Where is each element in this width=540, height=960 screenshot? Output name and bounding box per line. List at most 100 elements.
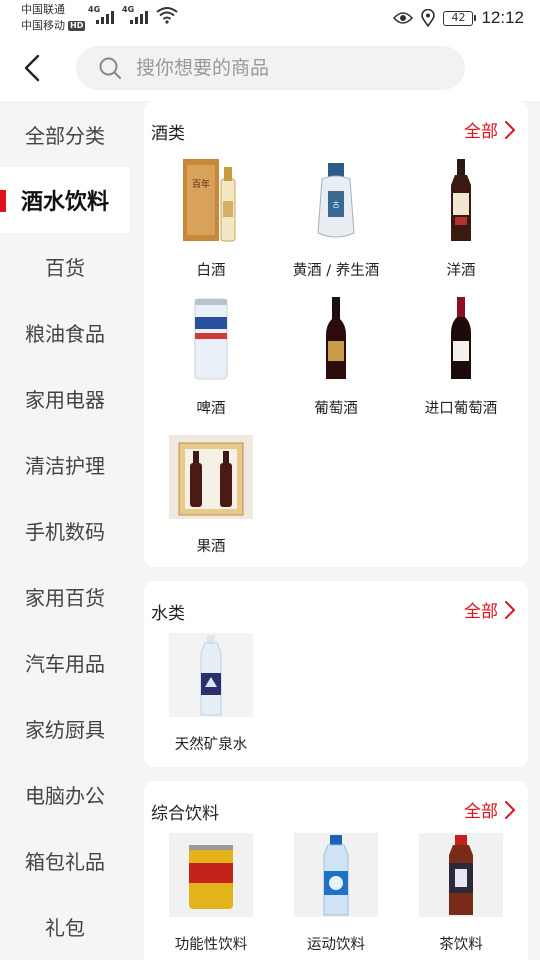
sidebar-item-computer-office[interactable]: 电脑办公 bbox=[0, 761, 130, 827]
view-all-button[interactable]: 全部 bbox=[464, 597, 516, 622]
ceramic-wine-jar-image: 古 bbox=[292, 157, 380, 245]
product-category-huangjiu[interactable]: 古 黄酒 / 养生酒 bbox=[276, 157, 396, 280]
chevron-right-icon bbox=[505, 800, 516, 819]
signal-icon: 4G bbox=[88, 5, 114, 24]
sidebar-item-grain-oil-food[interactable]: 粮油食品 bbox=[0, 299, 130, 365]
hd-badge: HD bbox=[68, 21, 86, 31]
carrier-2: 中国移动 bbox=[21, 19, 65, 32]
section-card-mixed-drinks: 综合饮料 全部 功能性饮料 运动饮料 茶饮料 bbox=[144, 781, 528, 960]
product-category-label: 啤酒 bbox=[196, 401, 226, 417]
product-category-label: 果酒 bbox=[196, 539, 226, 555]
category-content: 酒类 全部 百年 白酒 古 黄酒 / 养生酒 洋酒 啤酒 葡萄酒 进口葡萄酒 果… bbox=[130, 101, 540, 960]
mineral-water-bottle-image bbox=[167, 631, 255, 719]
red-wine-bottle-image bbox=[292, 295, 380, 383]
sidebar-item-textile-kitchen[interactable]: 家纺厨具 bbox=[0, 695, 130, 761]
product-category-label: 天然矿泉水 bbox=[174, 737, 248, 753]
sidebar-item-label: 酒水饮料 bbox=[20, 190, 109, 215]
sidebar-item-label: 电脑办公 bbox=[25, 783, 105, 808]
view-all-button[interactable]: 全部 bbox=[464, 797, 516, 822]
product-category-label: 功能性饮料 bbox=[174, 937, 248, 953]
battery-icon: 42 bbox=[443, 10, 477, 26]
product-category-baijiu[interactable]: 百年 白酒 bbox=[151, 157, 271, 280]
sidebar-item-label: 箱包礼品 bbox=[25, 849, 105, 874]
product-category-label: 黄酒 / 养生酒 bbox=[292, 263, 380, 279]
sidebar-item-label: 全部分类 bbox=[25, 123, 105, 148]
svg-text:百年: 百年 bbox=[192, 178, 210, 190]
beer-can-image bbox=[167, 295, 255, 383]
view-all-label: 全部 bbox=[464, 602, 498, 622]
product-category-tea-drink[interactable]: 茶饮料 bbox=[401, 831, 521, 954]
product-category-beer[interactable]: 啤酒 bbox=[151, 295, 271, 418]
section-title: 酒类 bbox=[151, 124, 185, 144]
category-sidebar: 全部分类 酒水饮料 百货 粮油食品 家用电器 清洁护理 手机数码 家用百货 汽车… bbox=[0, 101, 130, 960]
product-category-sports-drink[interactable]: 运动饮料 bbox=[276, 831, 396, 954]
sidebar-item-phones-digital[interactable]: 手机数码 bbox=[0, 497, 130, 563]
product-category-label: 运动饮料 bbox=[307, 937, 365, 953]
view-all-button[interactable]: 全部 bbox=[464, 117, 516, 142]
network-type-1: 4G bbox=[88, 5, 101, 14]
signal-icon: 4G bbox=[122, 5, 148, 24]
sidebar-item-label: 汽车用品 bbox=[25, 651, 105, 676]
baijiu-image: 百年 bbox=[167, 157, 255, 245]
carrier-info: 中国联通 中国移动 HD bbox=[21, 2, 86, 34]
product-category-yangjiu[interactable]: 洋酒 bbox=[401, 157, 521, 280]
header bbox=[0, 38, 540, 100]
sidebar-item-label: 家用电器 bbox=[25, 387, 105, 412]
svg-text:古: 古 bbox=[333, 200, 340, 209]
sidebar-item-home-appliances[interactable]: 家用电器 bbox=[0, 365, 130, 431]
chevron-left-icon bbox=[24, 54, 40, 82]
wifi-icon bbox=[156, 7, 178, 24]
product-category-label: 洋酒 bbox=[446, 263, 476, 279]
section-title: 综合饮料 bbox=[151, 804, 219, 824]
search-input[interactable] bbox=[136, 57, 436, 79]
sidebar-item-general-goods[interactable]: 百货 bbox=[0, 233, 130, 299]
status-right: 42 12:12 bbox=[393, 8, 524, 28]
sidebar-item-label: 清洁护理 bbox=[25, 453, 105, 478]
chevron-right-icon bbox=[505, 120, 516, 139]
sidebar-item-auto[interactable]: 汽车用品 bbox=[0, 629, 130, 695]
sidebar-item-label: 百货 bbox=[45, 255, 85, 280]
fruit-wine-gift-box-image bbox=[167, 433, 255, 521]
section-title: 水类 bbox=[151, 604, 185, 624]
carrier-1: 中国联通 bbox=[21, 3, 65, 16]
section-card-water: 水类 全部 天然矿泉水 bbox=[144, 581, 528, 767]
sidebar-item-label: 家用百货 bbox=[25, 585, 105, 610]
product-category-fruit-wine[interactable]: 果酒 bbox=[151, 433, 271, 556]
product-category-mineral-water[interactable]: 天然矿泉水 bbox=[151, 631, 271, 754]
sidebar-item-label: 手机数码 bbox=[25, 519, 105, 544]
product-category-grape-wine[interactable]: 葡萄酒 bbox=[276, 295, 396, 418]
sports-drink-bottle-image bbox=[292, 831, 380, 919]
sidebar-item-label: 粮油食品 bbox=[25, 321, 105, 346]
status-bar: 中国联通 中国移动 HD 4G 4G 42 12:12 bbox=[0, 0, 540, 38]
sidebar-item-all-categories[interactable]: 全部分类 bbox=[0, 101, 130, 167]
status-clock: 12:12 bbox=[481, 8, 524, 27]
product-category-imported-wine[interactable]: 进口葡萄酒 bbox=[401, 295, 521, 418]
imported-wine-bottle-image bbox=[417, 295, 505, 383]
sidebar-item-beverages[interactable]: 酒水饮料 bbox=[0, 167, 130, 233]
tea-drink-bottle-image bbox=[417, 831, 505, 919]
product-category-label: 葡萄酒 bbox=[314, 401, 358, 417]
product-category-label: 茶饮料 bbox=[439, 937, 483, 953]
section-card-liquor: 酒类 全部 百年 白酒 古 黄酒 / 养生酒 洋酒 啤酒 葡萄酒 进口葡萄酒 果… bbox=[144, 101, 528, 567]
location-icon bbox=[421, 9, 436, 27]
chevron-right-icon bbox=[505, 600, 516, 619]
search-icon bbox=[99, 57, 121, 79]
network-type-2: 4G bbox=[122, 5, 135, 14]
product-category-label: 进口葡萄酒 bbox=[424, 401, 498, 417]
whisky-bottle-image bbox=[417, 157, 505, 245]
product-category-label: 白酒 bbox=[196, 263, 226, 279]
search-bar[interactable] bbox=[76, 46, 465, 90]
sidebar-item-cleaning-care[interactable]: 清洁护理 bbox=[0, 431, 130, 497]
energy-drink-can-image bbox=[167, 831, 255, 919]
product-category-energy-drink[interactable]: 功能性饮料 bbox=[151, 831, 271, 954]
eye-icon bbox=[393, 12, 414, 24]
sidebar-item-household[interactable]: 家用百货 bbox=[0, 563, 130, 629]
sidebar-item-label: 家纺厨具 bbox=[25, 717, 105, 742]
signal-indicators: 4G 4G bbox=[88, 5, 178, 24]
back-button[interactable] bbox=[14, 50, 50, 86]
sidebar-item-gift-pack[interactable]: 礼包 bbox=[0, 893, 130, 959]
view-all-label: 全部 bbox=[464, 122, 498, 142]
view-all-label: 全部 bbox=[464, 802, 498, 822]
sidebar-item-bags-gifts[interactable]: 箱包礼品 bbox=[0, 827, 130, 893]
sidebar-item-label: 礼包 bbox=[45, 915, 85, 940]
